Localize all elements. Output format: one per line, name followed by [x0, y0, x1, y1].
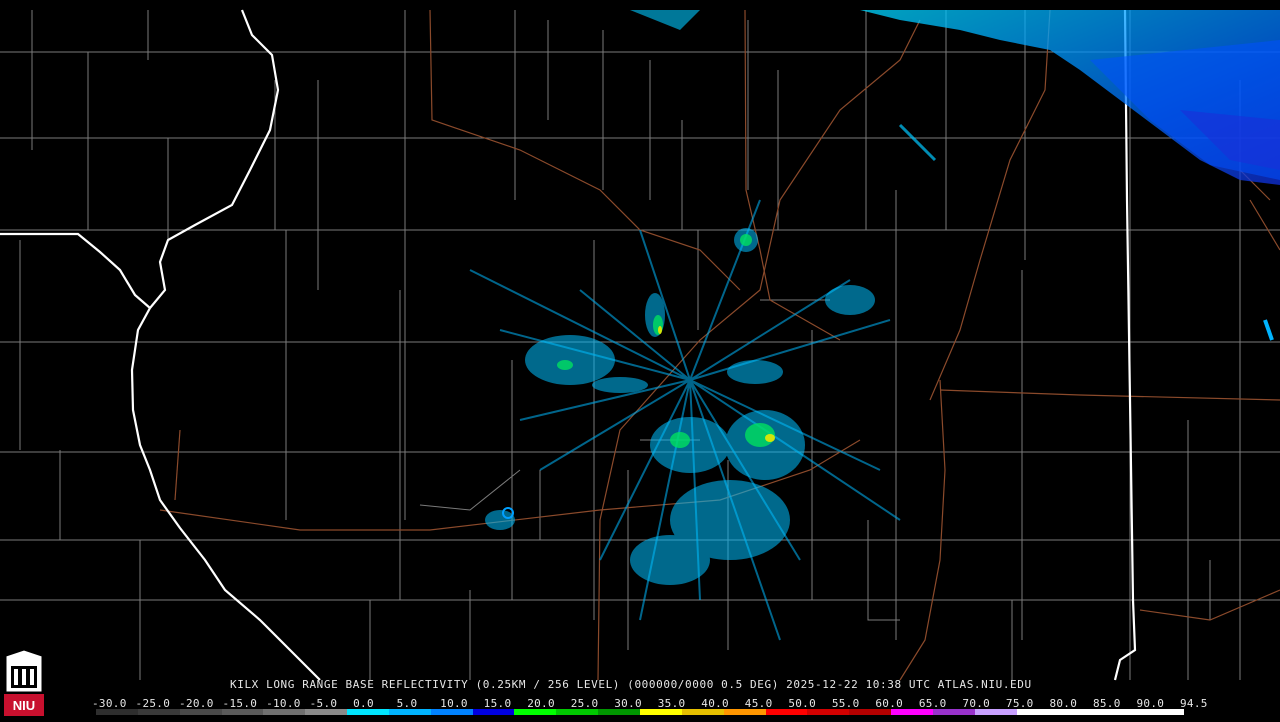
legend-label: 94.5 [1180, 697, 1208, 710]
legend-swatch [1016, 709, 1059, 715]
highways [159, 9, 1280, 681]
legend-swatch [932, 709, 975, 715]
legend-swatch [472, 709, 515, 715]
legend-swatch [347, 709, 389, 715]
legend-swatch [1100, 709, 1143, 715]
legend-swatch [430, 709, 473, 715]
legend-swatch [1058, 709, 1101, 715]
county-lines [0, 10, 1280, 680]
legend-swatch [974, 709, 1017, 715]
legend-colorbar [96, 709, 1184, 715]
legend-swatch [179, 709, 222, 715]
legend-swatch [137, 709, 180, 715]
radar-map [0, 9, 1280, 681]
legend-swatch [1142, 709, 1184, 715]
legend-swatch [514, 709, 557, 715]
legend-swatch [598, 709, 640, 715]
legend-swatch [807, 709, 850, 715]
product-caption: KILX LONG RANGE BASE REFLECTIVITY (0.25K… [230, 678, 1032, 691]
logo-text: NIU [13, 698, 35, 713]
legend-swatch [765, 709, 808, 715]
legend-swatch [891, 709, 933, 715]
legend-swatch [305, 709, 348, 715]
legend-swatch [221, 709, 264, 715]
radar-echoes [469, 10, 1280, 641]
legend-swatch [849, 709, 892, 715]
niu-logo: NIU [2, 648, 46, 718]
legend-swatch [388, 709, 431, 715]
legend-swatch [556, 709, 599, 715]
legend-swatch [639, 709, 682, 715]
legend-swatch [681, 709, 724, 715]
legend-swatch [723, 709, 766, 715]
legend-swatch [263, 709, 306, 715]
legend-swatch [96, 709, 138, 715]
